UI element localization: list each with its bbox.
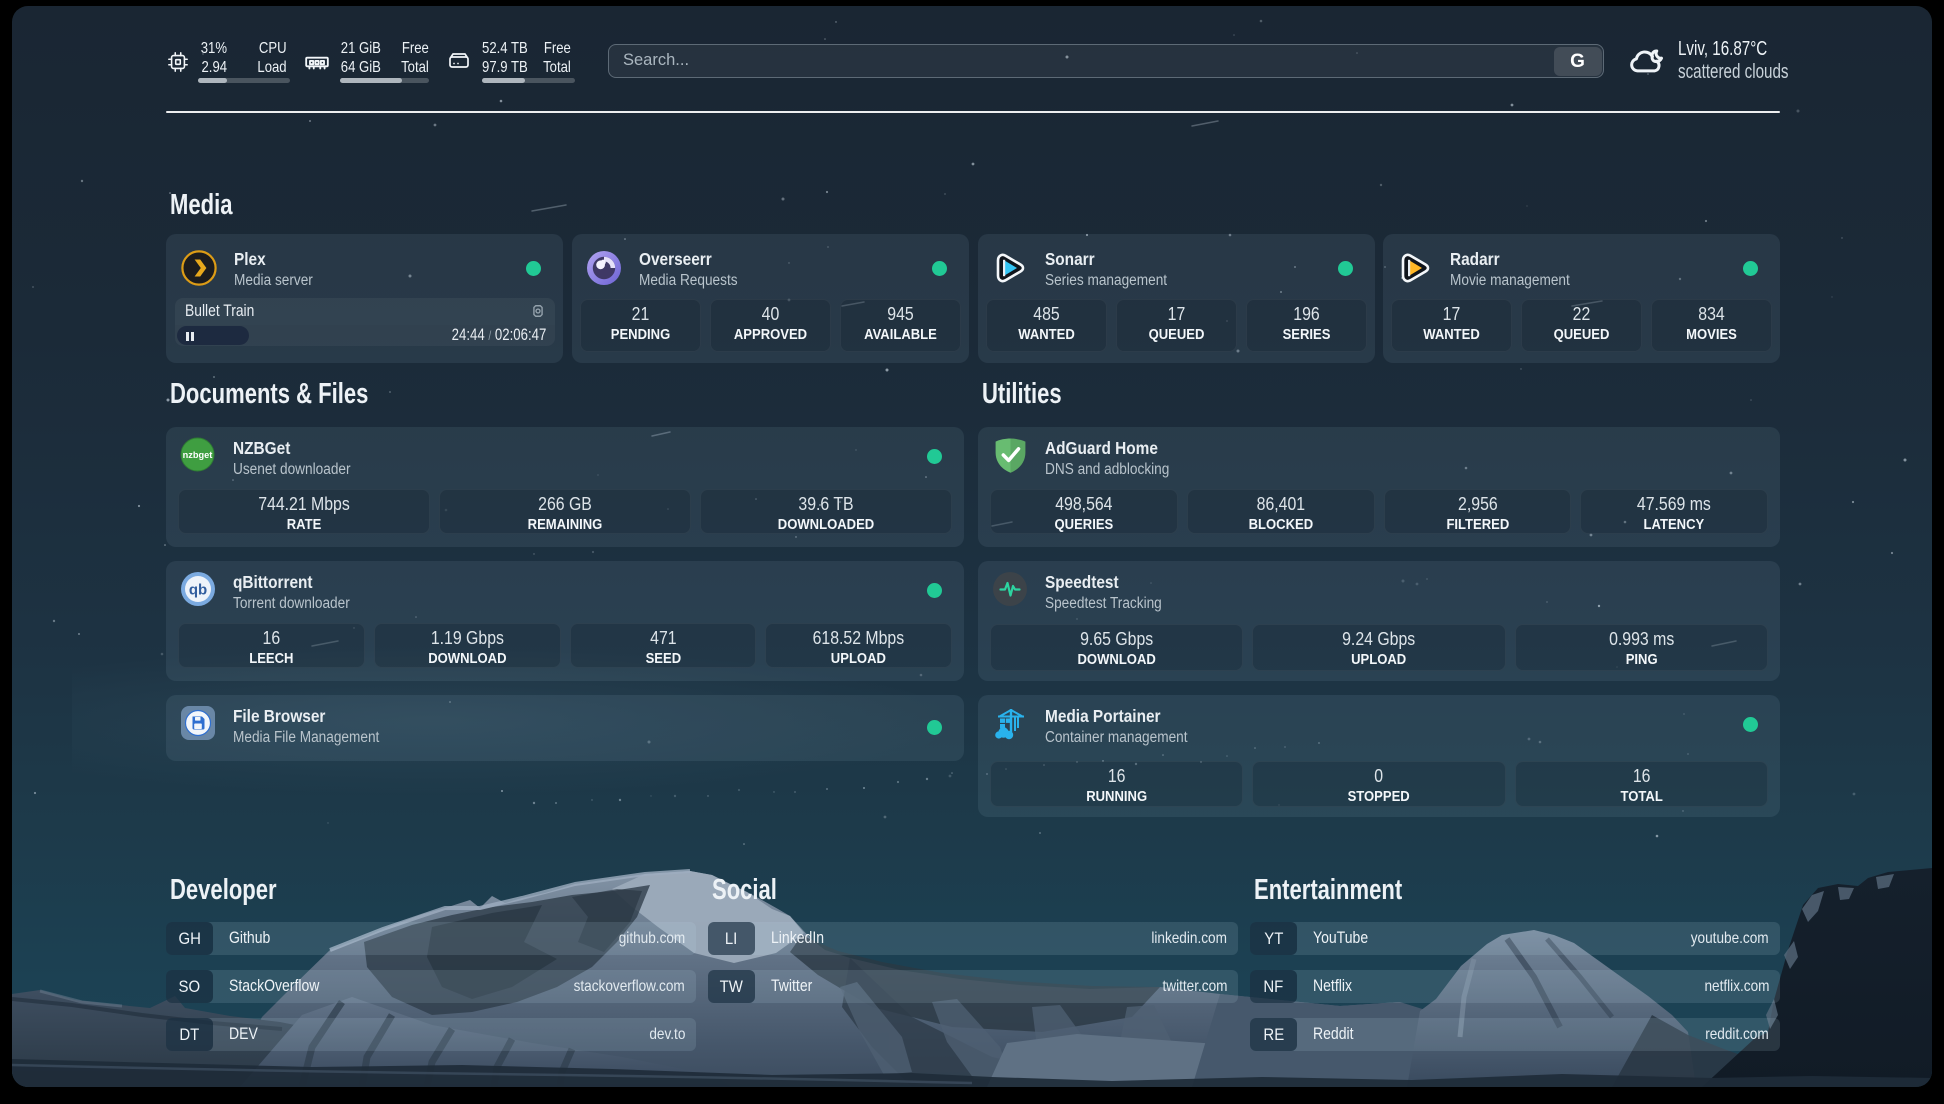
svg-text:qb: qb: [189, 582, 207, 599]
svg-text:nzbget: nzbget: [183, 450, 213, 460]
